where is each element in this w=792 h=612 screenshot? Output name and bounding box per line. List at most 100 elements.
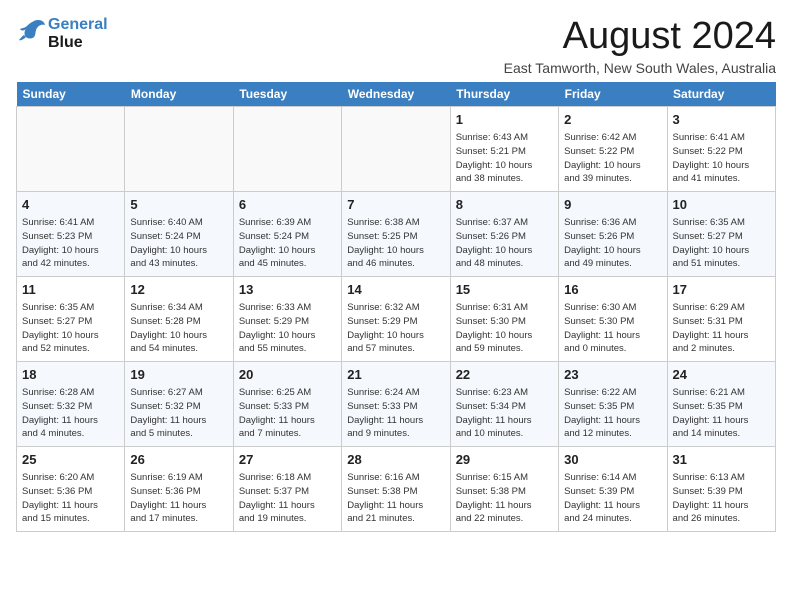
calendar-header-row: SundayMondayTuesdayWednesdayThursdayFrid… <box>17 82 776 107</box>
calendar-cell: 1 Sunrise: 6:43 AM Sunset: 5:21 PM Daylig… <box>450 106 558 191</box>
calendar-cell: 26 Sunrise: 6:19 AM Sunset: 5:36 PM Dayli… <box>125 446 233 531</box>
col-header-tuesday: Tuesday <box>233 82 341 107</box>
day-number: 25 <box>22 451 119 469</box>
calendar-cell: 28 Sunrise: 6:16 AM Sunset: 5:38 PM Dayli… <box>342 446 450 531</box>
day-info: Sunrise: 6:31 AM Sunset: 5:30 PM Dayligh… <box>456 301 553 356</box>
calendar-cell: 19Sunrise: 6:27 AM Sunset: 5:32 PM Dayli… <box>125 361 233 446</box>
calendar-cell: 2Sunrise: 6:42 AM Sunset: 5:22 PM Daylig… <box>559 106 667 191</box>
day-number: 27 <box>239 451 336 469</box>
day-info: Sunrise: 6:21 AM Sunset: 5:35 PM Dayligh… <box>673 386 770 441</box>
day-info: Sunrise: 6:18 AM Sunset: 5:37 PM Dayligh… <box>239 471 336 526</box>
col-header-saturday: Saturday <box>667 82 775 107</box>
day-info: Sunrise: 6:41 AM Sunset: 5:23 PM Dayligh… <box>22 216 119 271</box>
day-number: 18 <box>22 366 119 384</box>
calendar-week-row: 25 Sunrise: 6:20 AM Sunset: 5:36 PM Dayli… <box>17 446 776 531</box>
calendar-cell <box>125 106 233 191</box>
calendar-cell: 15Sunrise: 6:31 AM Sunset: 5:30 PM Dayli… <box>450 276 558 361</box>
calendar-cell: 20 Sunrise: 6:25 AM Sunset: 5:33 PM Dayli… <box>233 361 341 446</box>
day-number: 1 <box>456 111 553 129</box>
day-number: 5 <box>130 196 227 214</box>
day-info: Sunrise: 6:43 AM Sunset: 5:21 PM Dayligh… <box>456 131 553 186</box>
calendar-cell: 3Sunrise: 6:41 AM Sunset: 5:22 PM Daylig… <box>667 106 775 191</box>
logo-bird-icon <box>16 17 46 45</box>
col-header-sunday: Sunday <box>17 82 125 107</box>
calendar-cell <box>342 106 450 191</box>
day-number: 24 <box>673 366 770 384</box>
day-info: Sunrise: 6:24 AM Sunset: 5:33 PM Dayligh… <box>347 386 444 441</box>
calendar-cell: 10Sunrise: 6:35 AM Sunset: 5:27 PM Dayli… <box>667 191 775 276</box>
day-number: 31 <box>673 451 770 469</box>
day-info: Sunrise: 6:39 AM Sunset: 5:24 PM Dayligh… <box>239 216 336 271</box>
day-info: Sunrise: 6:14 AM Sunset: 5:39 PM Dayligh… <box>564 471 661 526</box>
calendar-cell: 14Sunrise: 6:32 AM Sunset: 5:29 PM Dayli… <box>342 276 450 361</box>
calendar-cell: 30 Sunrise: 6:14 AM Sunset: 5:39 PM Dayli… <box>559 446 667 531</box>
day-info: Sunrise: 6:25 AM Sunset: 5:33 PM Dayligh… <box>239 386 336 441</box>
page-header: GeneralBlue August 2024 East Tamworth, N… <box>16 16 776 76</box>
calendar-cell <box>17 106 125 191</box>
day-info: Sunrise: 6:37 AM Sunset: 5:26 PM Dayligh… <box>456 216 553 271</box>
day-info: Sunrise: 6:20 AM Sunset: 5:36 PM Dayligh… <box>22 471 119 526</box>
day-info: Sunrise: 6:27 AM Sunset: 5:32 PM Dayligh… <box>130 386 227 441</box>
calendar-cell: 18 Sunrise: 6:28 AM Sunset: 5:32 PM Dayli… <box>17 361 125 446</box>
calendar-cell: 24 Sunrise: 6:21 AM Sunset: 5:35 PM Dayli… <box>667 361 775 446</box>
day-number: 13 <box>239 281 336 299</box>
calendar-cell: 5 Sunrise: 6:40 AM Sunset: 5:24 PM Daylig… <box>125 191 233 276</box>
day-info: Sunrise: 6:38 AM Sunset: 5:25 PM Dayligh… <box>347 216 444 271</box>
calendar-cell: 17 Sunrise: 6:29 AM Sunset: 5:31 PM Dayli… <box>667 276 775 361</box>
day-number: 17 <box>673 281 770 299</box>
col-header-thursday: Thursday <box>450 82 558 107</box>
day-info: Sunrise: 6:29 AM Sunset: 5:31 PM Dayligh… <box>673 301 770 356</box>
day-number: 12 <box>130 281 227 299</box>
calendar-cell: 11 Sunrise: 6:35 AM Sunset: 5:27 PM Dayli… <box>17 276 125 361</box>
day-info: Sunrise: 6:40 AM Sunset: 5:24 PM Dayligh… <box>130 216 227 271</box>
calendar-cell: 12Sunrise: 6:34 AM Sunset: 5:28 PM Dayli… <box>125 276 233 361</box>
calendar-cell: 25 Sunrise: 6:20 AM Sunset: 5:36 PM Dayli… <box>17 446 125 531</box>
calendar-cell: 16Sunrise: 6:30 AM Sunset: 5:30 PM Dayli… <box>559 276 667 361</box>
calendar-week-row: 4 Sunrise: 6:41 AM Sunset: 5:23 PM Daylig… <box>17 191 776 276</box>
day-info: Sunrise: 6:15 AM Sunset: 5:38 PM Dayligh… <box>456 471 553 526</box>
day-number: 4 <box>22 196 119 214</box>
day-number: 21 <box>347 366 444 384</box>
logo: GeneralBlue <box>16 16 108 51</box>
day-number: 23 <box>564 366 661 384</box>
day-number: 9 <box>564 196 661 214</box>
col-header-monday: Monday <box>125 82 233 107</box>
day-number: 30 <box>564 451 661 469</box>
calendar-cell: 4 Sunrise: 6:41 AM Sunset: 5:23 PM Daylig… <box>17 191 125 276</box>
logo-text: GeneralBlue <box>48 16 108 51</box>
day-info: Sunrise: 6:35 AM Sunset: 5:27 PM Dayligh… <box>22 301 119 356</box>
day-number: 20 <box>239 366 336 384</box>
day-number: 29 <box>456 451 553 469</box>
day-info: Sunrise: 6:19 AM Sunset: 5:36 PM Dayligh… <box>130 471 227 526</box>
day-number: 6 <box>239 196 336 214</box>
day-info: Sunrise: 6:28 AM Sunset: 5:32 PM Dayligh… <box>22 386 119 441</box>
calendar-cell: 23 Sunrise: 6:22 AM Sunset: 5:35 PM Dayli… <box>559 361 667 446</box>
day-number: 3 <box>673 111 770 129</box>
day-info: Sunrise: 6:33 AM Sunset: 5:29 PM Dayligh… <box>239 301 336 356</box>
calendar-cell: 29 Sunrise: 6:15 AM Sunset: 5:38 PM Dayli… <box>450 446 558 531</box>
calendar-week-row: 18 Sunrise: 6:28 AM Sunset: 5:32 PM Dayli… <box>17 361 776 446</box>
calendar-week-row: 1 Sunrise: 6:43 AM Sunset: 5:21 PM Daylig… <box>17 106 776 191</box>
calendar-cell: 27 Sunrise: 6:18 AM Sunset: 5:37 PM Dayli… <box>233 446 341 531</box>
calendar-cell: 9Sunrise: 6:36 AM Sunset: 5:26 PM Daylig… <box>559 191 667 276</box>
calendar-cell: 7Sunrise: 6:38 AM Sunset: 5:25 PM Daylig… <box>342 191 450 276</box>
day-number: 26 <box>130 451 227 469</box>
day-info: Sunrise: 6:13 AM Sunset: 5:39 PM Dayligh… <box>673 471 770 526</box>
day-number: 22 <box>456 366 553 384</box>
day-info: Sunrise: 6:35 AM Sunset: 5:27 PM Dayligh… <box>673 216 770 271</box>
day-number: 2 <box>564 111 661 129</box>
calendar-week-row: 11 Sunrise: 6:35 AM Sunset: 5:27 PM Dayli… <box>17 276 776 361</box>
day-info: Sunrise: 6:22 AM Sunset: 5:35 PM Dayligh… <box>564 386 661 441</box>
calendar-cell: 6 Sunrise: 6:39 AM Sunset: 5:24 PM Daylig… <box>233 191 341 276</box>
calendar-cell: 8Sunrise: 6:37 AM Sunset: 5:26 PM Daylig… <box>450 191 558 276</box>
day-number: 28 <box>347 451 444 469</box>
day-number: 14 <box>347 281 444 299</box>
location-subtitle: East Tamworth, New South Wales, Australi… <box>504 60 776 76</box>
day-info: Sunrise: 6:23 AM Sunset: 5:34 PM Dayligh… <box>456 386 553 441</box>
title-block: August 2024 East Tamworth, New South Wal… <box>504 16 776 76</box>
day-number: 16 <box>564 281 661 299</box>
calendar-cell <box>233 106 341 191</box>
day-info: Sunrise: 6:16 AM Sunset: 5:38 PM Dayligh… <box>347 471 444 526</box>
calendar-table: SundayMondayTuesdayWednesdayThursdayFrid… <box>16 82 776 532</box>
day-number: 11 <box>22 281 119 299</box>
